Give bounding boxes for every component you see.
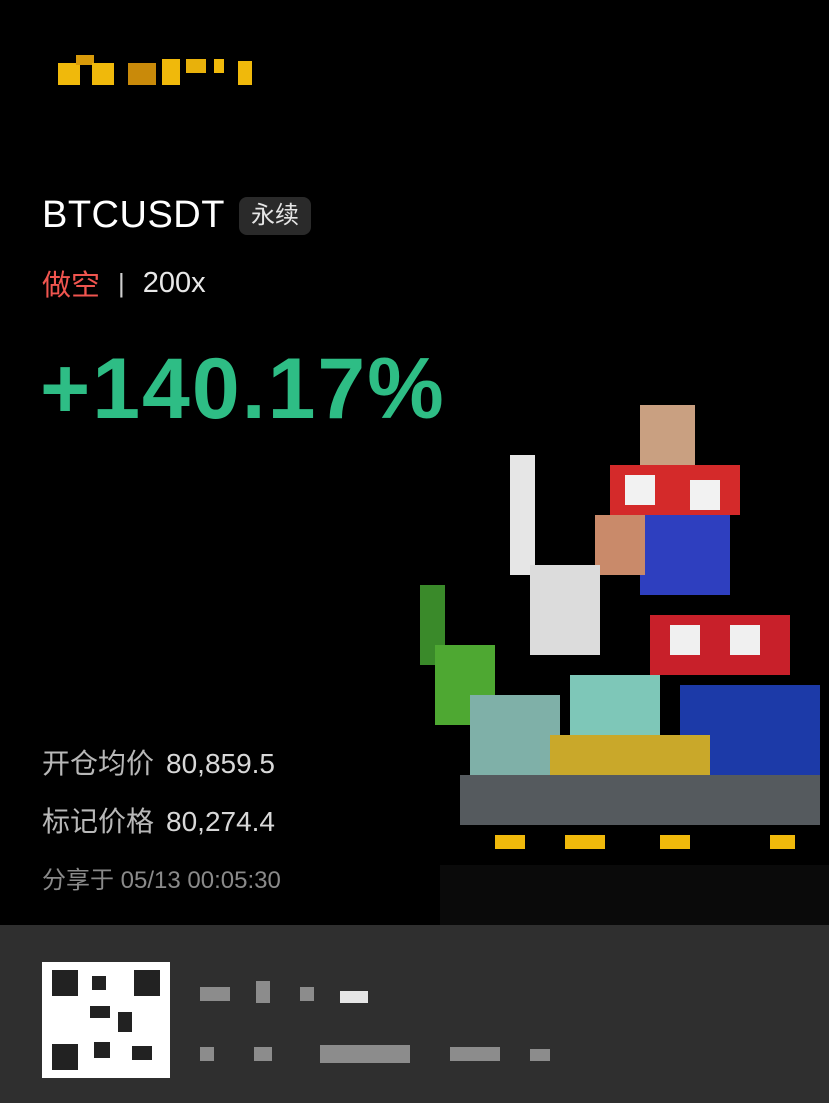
mark-price-label: 标记价格 xyxy=(42,806,155,837)
share-time-row: 分享于 05/13 00:05:30 xyxy=(42,860,281,895)
pnl-percent: +140.17% xyxy=(40,341,446,437)
blurred-text-icon xyxy=(320,1045,410,1063)
symbol: BTCUSDT xyxy=(42,194,225,236)
leverage: 200x xyxy=(142,266,206,299)
contract-tag: 永续 xyxy=(238,196,311,235)
blurred-text-icon xyxy=(530,1049,550,1061)
blurred-text-icon xyxy=(340,991,368,1003)
share-label: 分享于 xyxy=(42,867,114,894)
celebration-image-icon xyxy=(400,395,829,945)
blurred-text-icon xyxy=(200,987,230,1001)
separator: | xyxy=(118,267,125,298)
entry-price-value: 80,859.5 xyxy=(166,748,276,779)
share-time: 05/13 00:05:30 xyxy=(120,867,281,894)
mark-price-value: 80,274.4 xyxy=(166,806,276,837)
entry-price-row: 开仓均价 80,859.5 xyxy=(42,742,275,782)
footer-bar xyxy=(0,925,829,1103)
qr-code-icon[interactable] xyxy=(42,962,170,1078)
symbol-row: BTCUSDT 永续 xyxy=(42,194,311,237)
brand-logo-icon xyxy=(58,55,258,85)
blurred-text-icon xyxy=(450,1047,500,1061)
blurred-text-icon xyxy=(200,1047,214,1061)
position-side: 做空 xyxy=(42,270,101,302)
blurred-text-icon xyxy=(254,1047,272,1061)
mark-price-row: 标记价格 80,274.4 xyxy=(42,800,275,840)
entry-price-label: 开仓均价 xyxy=(42,748,155,779)
blurred-text-icon xyxy=(256,981,270,1003)
side-row: 做空 | 200x xyxy=(42,262,206,304)
blurred-text-icon xyxy=(300,987,314,1001)
